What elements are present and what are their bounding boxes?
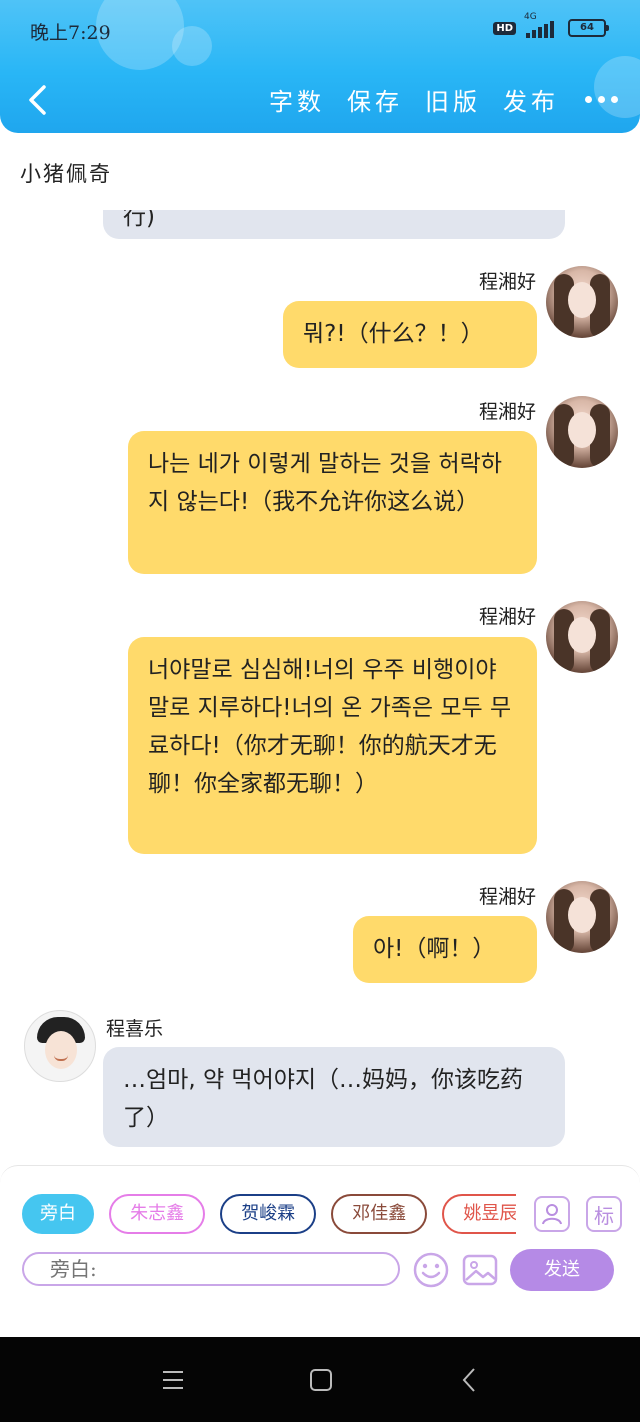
hd-icon: HD	[493, 21, 516, 35]
home-nav-button[interactable]	[306, 1365, 336, 1395]
message-bubble[interactable]: 너야말로 심심해!너의 우주 비행이야말로 지루하다!너의 온 가족은 모두 무…	[128, 637, 537, 854]
composer: 旁白 朱志鑫 贺峻霖 邓佳鑫 姚昱辰 标 发送	[0, 1165, 640, 1337]
message-bubble[interactable]: 나는 네가 이렇게 말하는 것을 허락하지 않는다!（我不允许你这么说）	[128, 431, 537, 574]
menu-icon	[163, 1371, 183, 1389]
conversation-title: 小猪佩奇	[20, 162, 112, 186]
status-icons: HD 4G 64	[493, 12, 609, 38]
role-chip[interactable]: 邓佳鑫	[331, 1194, 428, 1234]
message-bubble[interactable]: 아!（啊！）	[353, 916, 537, 983]
role-chip[interactable]: 贺峻霖	[220, 1194, 317, 1234]
sender-name: 程湘好	[478, 606, 536, 628]
back-nav-button[interactable]	[454, 1365, 484, 1395]
chat-list[interactable]: 行) 程湘好 뭐?!（什么？！） 程湘好 나는 네가 이렇게 말하는 것을 허락…	[0, 210, 640, 1165]
tag-button[interactable]: 标	[586, 1196, 622, 1232]
image-button[interactable]	[462, 1252, 498, 1288]
message-bubble[interactable]: 行)	[103, 210, 565, 239]
avatar[interactable]	[24, 1010, 96, 1082]
message-bubble[interactable]: 뭐?!（什么？！）	[283, 301, 537, 368]
emoji-button[interactable]	[413, 1252, 449, 1288]
role-chip-narrator[interactable]: 旁白	[22, 1194, 94, 1234]
publish-button[interactable]: 发布	[503, 82, 559, 117]
sender-name: 程湘好	[478, 886, 536, 908]
emoji-icon	[413, 1252, 449, 1288]
system-nav-bar	[0, 1337, 640, 1422]
back-triangle-icon	[462, 1368, 475, 1392]
avatar[interactable]	[546, 881, 618, 953]
avatar[interactable]	[546, 601, 618, 673]
header-decoration	[172, 26, 212, 66]
person-icon	[542, 1204, 562, 1225]
save-button[interactable]: 保存	[347, 82, 403, 117]
sender-name: 程喜乐	[106, 1018, 164, 1040]
chevron-left-icon	[29, 85, 46, 115]
image-icon	[462, 1254, 498, 1286]
message-input[interactable]	[22, 1252, 400, 1286]
role-chip[interactable]: 朱志鑫	[109, 1194, 206, 1234]
back-button[interactable]	[20, 80, 54, 120]
old-version-button[interactable]: 旧版	[425, 82, 481, 117]
role-chip[interactable]: 姚昱辰	[442, 1194, 516, 1234]
battery-icon: 64	[568, 19, 609, 37]
header-actions: 字数 保存 旧版 发布	[247, 82, 618, 117]
message-bubble[interactable]: …엄마, 약 먹어야지（…妈妈，你该吃药了）	[103, 1047, 565, 1147]
menu-nav-button[interactable]	[158, 1365, 188, 1395]
role-selector[interactable]: 旁白 朱志鑫 贺峻霖 邓佳鑫 姚昱辰	[22, 1194, 516, 1236]
more-icon[interactable]	[585, 96, 618, 103]
signal-icon: 4G	[524, 12, 560, 38]
home-square-icon	[310, 1369, 332, 1391]
sender-name: 程湘好	[478, 271, 536, 293]
avatar[interactable]	[546, 396, 618, 468]
send-button[interactable]: 发送	[510, 1249, 614, 1291]
app-header: 晚上7:29 HD 4G 64 字数 保存 旧版 发布	[0, 0, 640, 133]
add-character-button[interactable]	[534, 1196, 570, 1232]
word-count-button[interactable]: 字数	[269, 82, 325, 117]
avatar[interactable]	[546, 266, 618, 338]
status-time: 晚上7:29	[30, 22, 111, 44]
sender-name: 程湘好	[478, 401, 536, 423]
